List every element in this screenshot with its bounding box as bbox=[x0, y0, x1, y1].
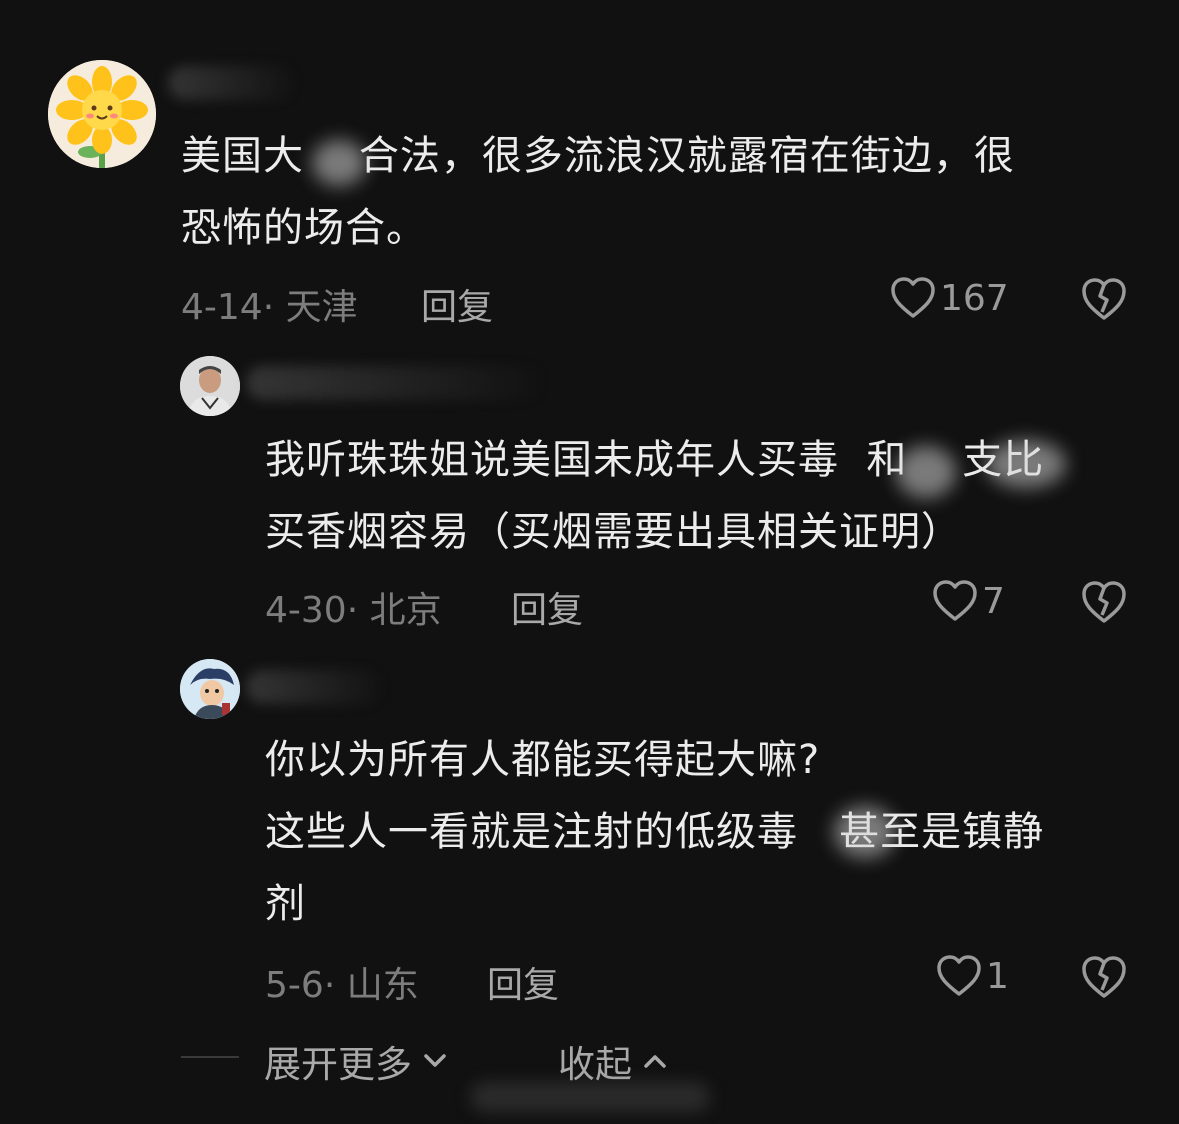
expand-more-button[interactable]: 展开更多 bbox=[264, 1034, 448, 1088]
heart-icon bbox=[891, 277, 935, 318]
broken-heart-icon bbox=[1082, 581, 1126, 623]
divider-line bbox=[181, 1056, 239, 1058]
comment-meta: 4-30· 北京 bbox=[265, 590, 442, 631]
redaction-smudge bbox=[312, 140, 366, 186]
comment-meta: 4-14· 天津 bbox=[181, 287, 358, 328]
comment-date: 5-6 bbox=[265, 965, 324, 1006]
cartoon-character-icon bbox=[180, 659, 240, 719]
comment-text: 美国大 合法，很多流浪汉就露宿在街边，很 恐怖的场合。 bbox=[181, 133, 1015, 251]
man-photo-avatar[interactable] bbox=[180, 356, 240, 416]
redaction-smudge bbox=[896, 446, 956, 498]
dislike-button[interactable] bbox=[1080, 276, 1128, 326]
like-button[interactable]: 1 bbox=[936, 954, 1009, 998]
chevron-down-icon bbox=[424, 1054, 446, 1067]
username-redacted[interactable] bbox=[246, 366, 546, 400]
comment-meta: 5-6· 山东 bbox=[265, 965, 419, 1006]
comment-location: 天津 bbox=[285, 287, 358, 328]
heart-icon bbox=[937, 955, 981, 996]
person-photo-icon bbox=[180, 356, 240, 416]
sunflower-icon bbox=[48, 60, 156, 168]
reply-button[interactable]: 回复 bbox=[511, 581, 583, 633]
reply-button[interactable]: 回复 bbox=[421, 278, 493, 330]
expand-more-label: 展开更多 bbox=[264, 1043, 412, 1086]
comment-location: 山东 bbox=[346, 965, 419, 1006]
collapse-label: 收起 bbox=[558, 1043, 632, 1086]
chevron-up-icon bbox=[644, 1055, 666, 1068]
dislike-button[interactable] bbox=[1080, 579, 1128, 629]
cartoon-avatar[interactable] bbox=[180, 659, 240, 719]
watermark-redacted bbox=[470, 1082, 710, 1112]
collapse-button[interactable]: 收起 bbox=[558, 1034, 668, 1088]
dislike-button[interactable] bbox=[1080, 954, 1128, 1004]
username-redacted[interactable] bbox=[246, 670, 386, 704]
heart-icon bbox=[933, 580, 977, 621]
like-button[interactable]: 7 bbox=[932, 579, 1005, 623]
comment-text: 你以为所有人都能买得起大嘛? 这些人一看就是注射的低级毒 甚至是镇静 剂 bbox=[265, 737, 1045, 927]
redaction-smudge bbox=[834, 806, 896, 858]
comment-date: 4-30 bbox=[265, 590, 347, 631]
comment-date: 4-14 bbox=[181, 287, 263, 328]
like-button[interactable]: 167 bbox=[890, 276, 1009, 320]
like-count: 1 bbox=[986, 955, 1009, 997]
comment-location: 北京 bbox=[369, 590, 442, 631]
username-redacted[interactable] bbox=[168, 66, 298, 100]
like-count: 167 bbox=[940, 277, 1009, 319]
broken-heart-icon bbox=[1082, 956, 1126, 998]
broken-heart-icon bbox=[1082, 278, 1126, 320]
reply-button[interactable]: 回复 bbox=[487, 956, 559, 1008]
redaction-smudge bbox=[986, 440, 1066, 488]
like-count: 7 bbox=[982, 580, 1005, 622]
sunflower-avatar[interactable] bbox=[48, 60, 156, 168]
